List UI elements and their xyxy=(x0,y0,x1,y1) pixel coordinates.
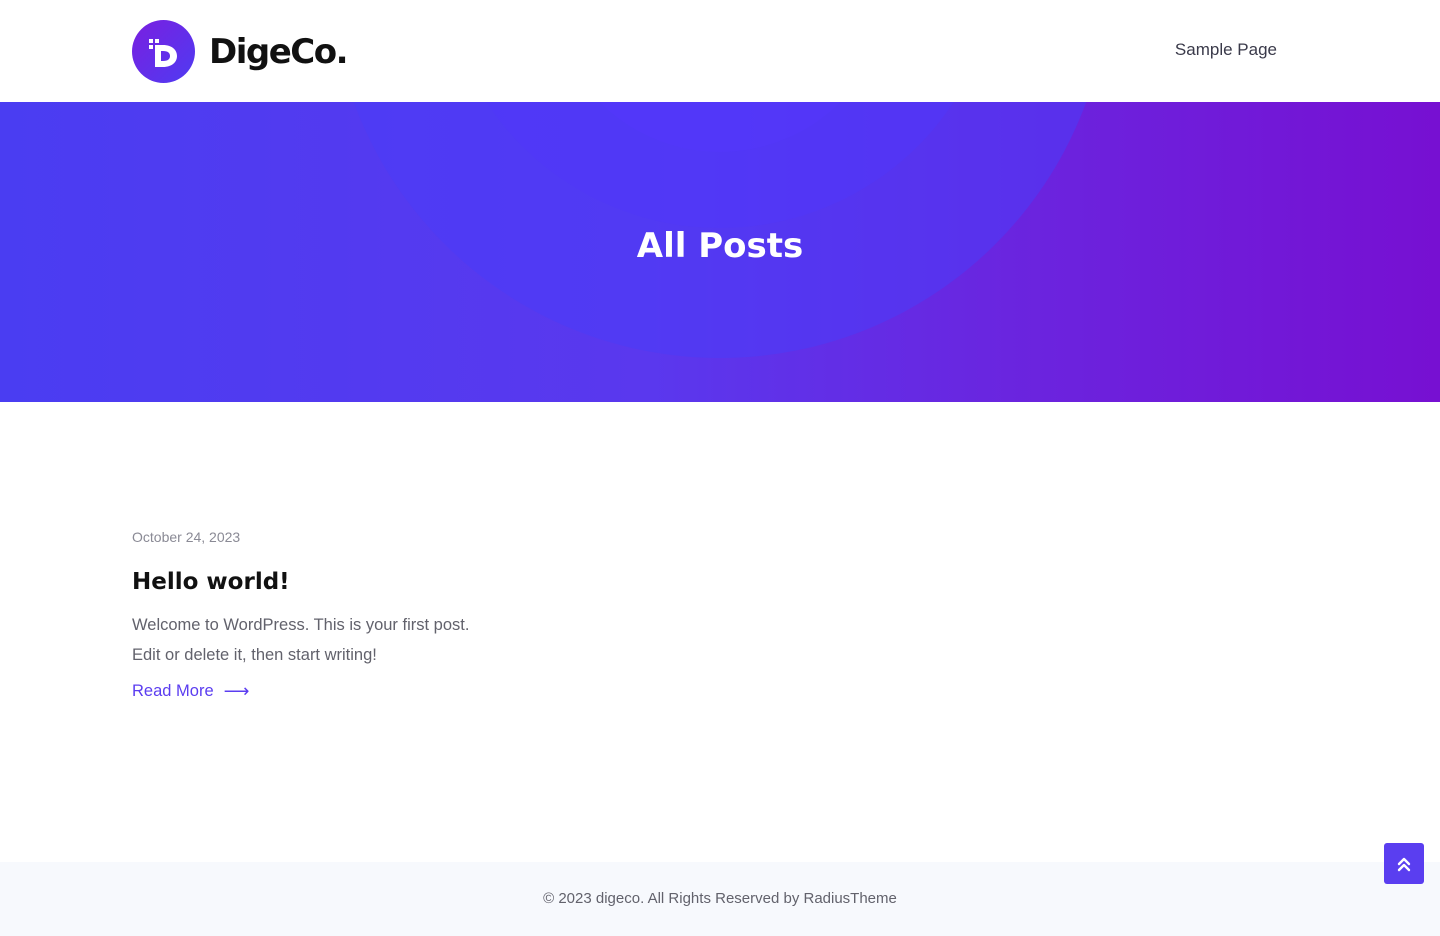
read-more-link[interactable]: Read More ⟶ xyxy=(132,680,249,702)
arrow-right-icon: ⟶ xyxy=(223,681,250,701)
site-header: DigeCo. Sample Page xyxy=(0,0,1440,102)
post-card: October 24, 2023 Hello world! Welcome to… xyxy=(132,526,502,702)
digeco-logo-icon xyxy=(132,20,195,83)
logo-wordmark: DigeCo. xyxy=(209,31,349,72)
site-logo[interactable]: DigeCo. xyxy=(132,20,349,83)
nav-sample-page[interactable]: Sample Page xyxy=(1175,38,1277,62)
copyright-text: © 2023 digeco. All Rights Reserved by Ra… xyxy=(543,890,897,907)
post-date: October 24, 2023 xyxy=(132,529,241,545)
post-excerpt: Welcome to WordPress. This is your first… xyxy=(132,616,470,664)
back-to-top-button[interactable] xyxy=(1384,843,1424,884)
site-footer: © 2023 digeco. All Rights Reserved by Ra… xyxy=(0,862,1440,936)
post-title-link[interactable]: Hello world! xyxy=(132,567,502,597)
read-more-label: Read More xyxy=(132,682,214,700)
double-chevron-up-icon xyxy=(1397,857,1411,871)
page-banner: All Posts xyxy=(0,102,1440,402)
page-title: All Posts xyxy=(636,226,804,266)
